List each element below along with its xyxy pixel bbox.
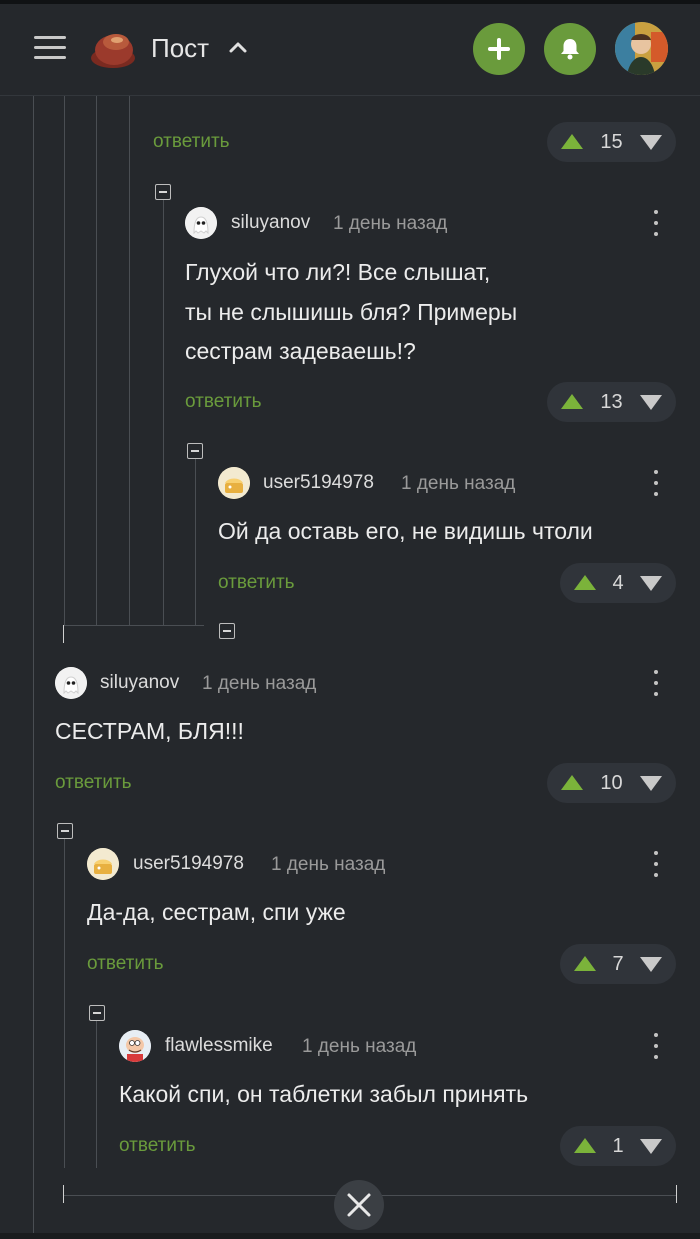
- comment-text-line: Ой да оставь его, не видишь чтоли: [218, 518, 593, 544]
- ghost-avatar-icon: [55, 667, 87, 699]
- navigation-bar-strip: [0, 1233, 700, 1239]
- thread-line[interactable]: [96, 95, 97, 625]
- comment-username[interactable]: siluyanov: [100, 672, 179, 694]
- avatar[interactable]: [119, 1030, 151, 1062]
- avatar[interactable]: [185, 207, 217, 239]
- downvote-arrow-icon[interactable]: [640, 776, 662, 791]
- rating-control: 4: [560, 563, 676, 603]
- thread-line-end: [63, 1185, 64, 1203]
- comment-time: 1 день назад: [202, 673, 317, 694]
- comment-text-line: СЕСТРАМ, БЛЯ!!!: [55, 718, 244, 744]
- close-thread-button[interactable]: [334, 1180, 384, 1230]
- rating-control: 1: [560, 1126, 676, 1166]
- reply-link[interactable]: ответить: [185, 391, 262, 413]
- default-avatar-icon: [218, 467, 250, 499]
- comment-text-line: Какой спи, он таблетки забыл принять: [119, 1081, 529, 1107]
- downvote-arrow-icon[interactable]: [640, 576, 662, 591]
- more-options-icon[interactable]: [652, 210, 660, 238]
- comment-time: 1 день назад: [401, 473, 516, 494]
- thread-line[interactable]: [96, 1020, 97, 1168]
- comment-time: 1 день назад: [333, 213, 448, 234]
- comment-time: 1 день назад: [302, 1036, 417, 1057]
- cartoon-avatar-icon: [119, 1030, 151, 1062]
- reply-link[interactable]: ответить: [119, 1135, 196, 1157]
- comment-text-line: сестрам задеваешь!?: [185, 338, 416, 364]
- thread-line-end: [64, 625, 204, 626]
- downvote-arrow-icon[interactable]: [640, 135, 662, 150]
- bell-icon: [561, 39, 579, 60]
- thread-line[interactable]: [64, 95, 65, 625]
- collapse-thread-button[interactable]: [219, 623, 235, 639]
- top-app-bar: Пост: [0, 0, 700, 96]
- comment-username[interactable]: user5194978: [133, 853, 244, 875]
- thread-line[interactable]: [129, 95, 130, 625]
- ghost-avatar-icon: [185, 207, 217, 239]
- user-avatar[interactable]: [615, 22, 668, 75]
- comment-username[interactable]: user5194978: [263, 472, 374, 494]
- collapse-thread-button[interactable]: [155, 184, 171, 200]
- more-options-icon[interactable]: [652, 670, 660, 698]
- reply-link[interactable]: ответить: [87, 953, 164, 975]
- thread-line-end: [676, 1185, 677, 1203]
- avatar[interactable]: [87, 848, 119, 880]
- rating-control: 13: [547, 382, 676, 422]
- close-icon: [347, 1193, 371, 1217]
- comment-username[interactable]: siluyanov: [231, 212, 310, 234]
- comment-username[interactable]: flawlessmike: [165, 1035, 273, 1057]
- more-options-icon[interactable]: [652, 1033, 660, 1061]
- comment-text-line: Глухой что ли?! Все слышат,: [185, 259, 491, 285]
- rating-control: 15: [547, 122, 676, 162]
- rating-control: 10: [547, 763, 676, 803]
- chevron-up-icon[interactable]: [227, 36, 249, 58]
- status-bar-strip: [0, 0, 700, 4]
- avatar[interactable]: [55, 667, 87, 699]
- reply-link[interactable]: ответить: [55, 772, 132, 794]
- thread-line[interactable]: [163, 200, 164, 625]
- thread-line[interactable]: [195, 458, 196, 625]
- more-options-icon[interactable]: [652, 470, 660, 498]
- comment-text-line: Да-да, сестрам, спи уже: [87, 899, 346, 925]
- downvote-arrow-icon[interactable]: [640, 1139, 662, 1154]
- default-avatar-icon: [87, 848, 119, 880]
- more-options-icon[interactable]: [652, 851, 660, 879]
- collapse-thread-button[interactable]: [89, 1005, 105, 1021]
- reply-link[interactable]: ответить: [153, 131, 230, 153]
- hamburger-menu-icon[interactable]: [34, 33, 66, 63]
- comment-text-line: ты не слышишь бля? Примеры: [185, 299, 518, 325]
- downvote-arrow-icon[interactable]: [640, 395, 662, 410]
- page-title[interactable]: Пост: [151, 33, 209, 64]
- downvote-arrow-icon[interactable]: [640, 957, 662, 972]
- rating-control: 7: [560, 944, 676, 984]
- thread-line[interactable]: [33, 95, 34, 1235]
- thread-line[interactable]: [64, 838, 65, 1168]
- create-post-button[interactable]: [473, 23, 525, 75]
- reply-link[interactable]: ответить: [218, 572, 295, 594]
- thread-line-end: [63, 625, 64, 643]
- comment-time: 1 день назад: [271, 854, 386, 875]
- pikabu-logo[interactable]: [90, 26, 136, 72]
- collapse-thread-button[interactable]: [57, 823, 73, 839]
- avatar[interactable]: [218, 467, 250, 499]
- plus-icon: [488, 38, 510, 60]
- collapse-thread-button[interactable]: [187, 443, 203, 459]
- notifications-button[interactable]: [544, 23, 596, 75]
